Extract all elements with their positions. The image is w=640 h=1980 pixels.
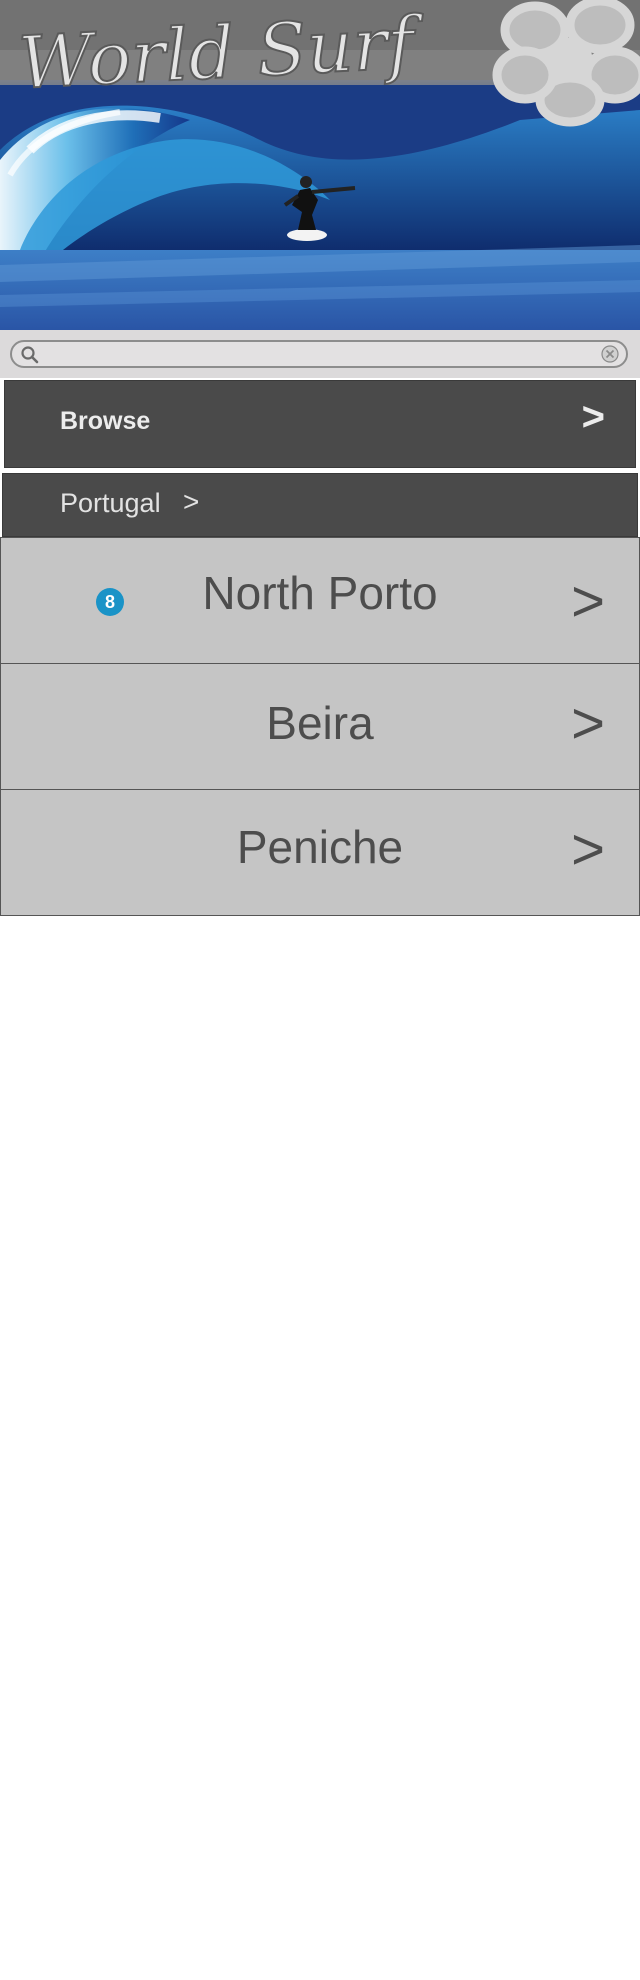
region-name: Beira: [266, 697, 374, 749]
search-bar: [0, 330, 640, 378]
browse-button[interactable]: Browse >: [4, 380, 636, 468]
chevron-right-icon: >: [571, 817, 605, 882]
search-icon: [21, 346, 39, 364]
list-item[interactable]: Peniche >: [0, 789, 640, 916]
app-screen: World Surf Browse > Portugal > 8 North P…: [0, 0, 640, 1980]
region-name: North Porto: [202, 567, 438, 619]
clear-icon[interactable]: [600, 344, 620, 364]
surf-wave-image: World Surf: [0, 0, 640, 330]
chevron-right-icon: >: [581, 395, 605, 439]
region-name: Peniche: [236, 821, 404, 873]
chevron-right-icon: >: [183, 486, 200, 517]
chevron-right-icon: >: [571, 569, 605, 634]
list-item[interactable]: 8 North Porto >: [0, 537, 640, 664]
browse-label: Browse: [60, 407, 151, 435]
breadcrumb-country: Portugal: [60, 488, 161, 518]
breadcrumb[interactable]: Portugal >: [2, 473, 638, 537]
region-list: 8 North Porto > Beira > Peniche >: [0, 537, 640, 916]
search-field[interactable]: [10, 340, 628, 368]
search-input[interactable]: [46, 344, 590, 366]
header-banner: World Surf: [0, 0, 640, 330]
chevron-right-icon: >: [571, 691, 605, 756]
list-item[interactable]: Beira >: [0, 663, 640, 790]
